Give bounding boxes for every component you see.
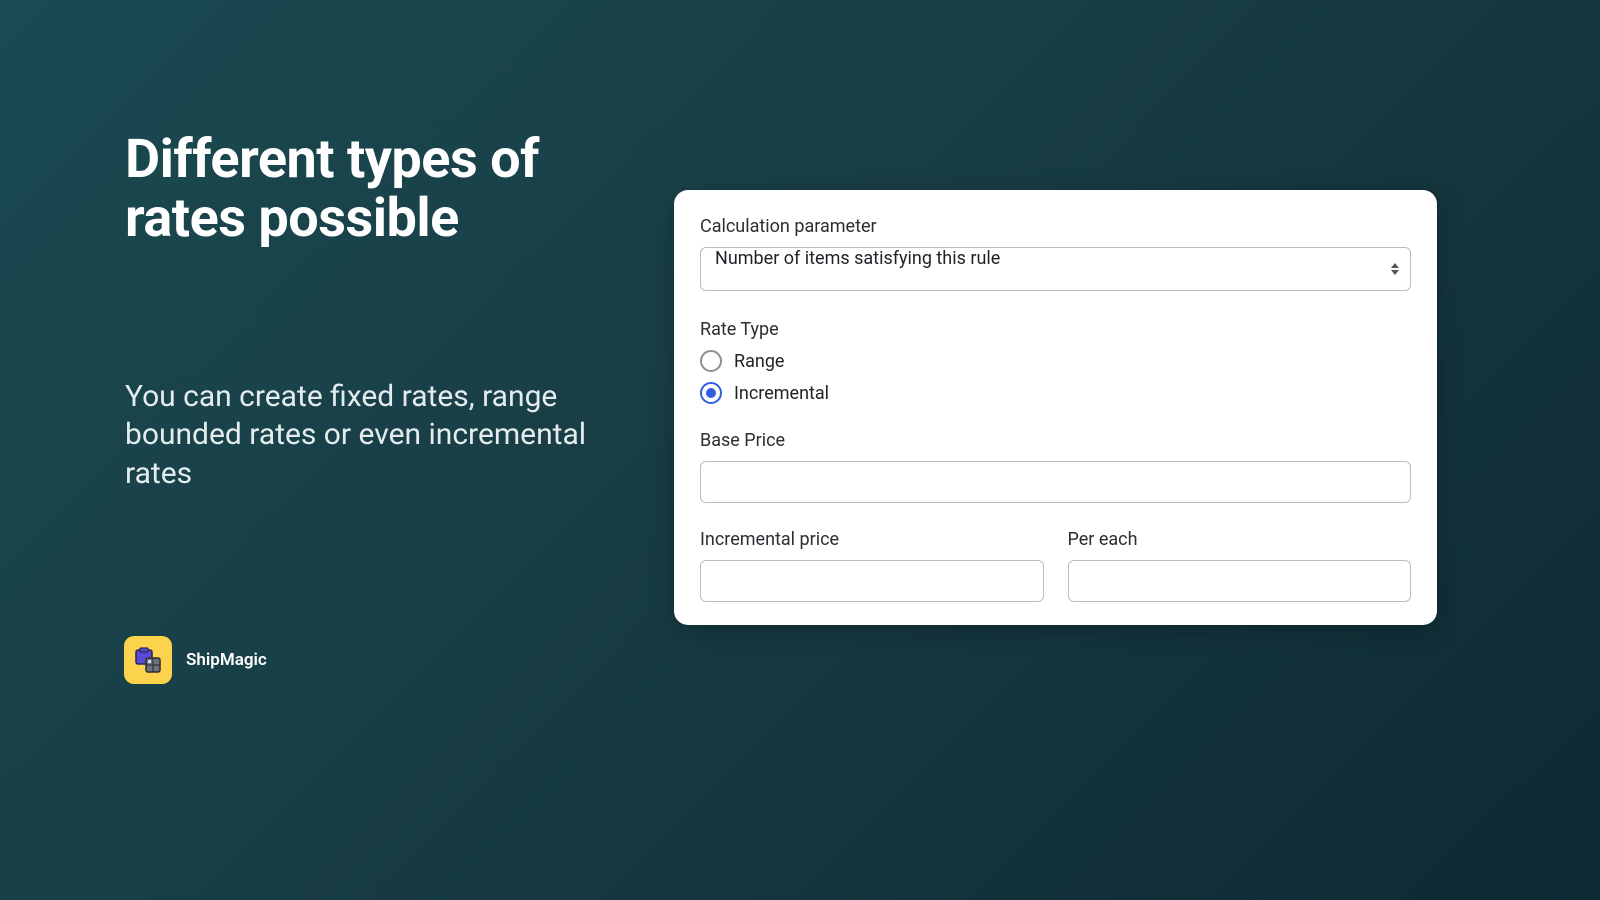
base-price-input[interactable]	[700, 461, 1411, 503]
rate-type-incremental-radio[interactable]: Incremental	[700, 382, 1411, 404]
per-each-label: Per each	[1068, 529, 1412, 550]
calc-param-label: Calculation parameter	[700, 216, 1411, 237]
per-each-input[interactable]	[1068, 560, 1412, 602]
page-headline: Different types of rates possible	[125, 130, 665, 249]
radio-icon	[700, 382, 722, 404]
brand-block: ShipMagic	[124, 636, 267, 684]
rate-type-incremental-label: Incremental	[734, 383, 829, 404]
incremental-price-input[interactable]	[700, 560, 1044, 602]
rate-type-range-label: Range	[734, 351, 784, 372]
calc-param-select[interactable]: Number of items satisfying this rule	[700, 247, 1411, 291]
shipmagic-logo-icon	[124, 636, 172, 684]
rate-type-label: Rate Type	[700, 319, 1411, 340]
base-price-label: Base Price	[700, 430, 1411, 451]
rate-form-card: Calculation parameter Number of items sa…	[674, 190, 1437, 625]
incremental-price-label: Incremental price	[700, 529, 1044, 550]
page-subtext: You can create fixed rates, range bounde…	[125, 378, 625, 493]
radio-icon	[700, 350, 722, 372]
brand-name: ShipMagic	[186, 650, 267, 670]
rate-type-range-radio[interactable]: Range	[700, 350, 1411, 372]
